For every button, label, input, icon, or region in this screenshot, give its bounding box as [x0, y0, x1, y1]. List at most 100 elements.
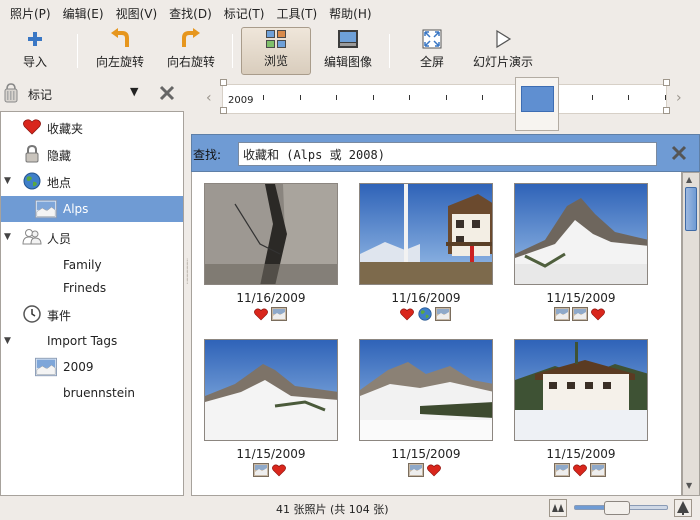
tree-item-label: Alps: [63, 202, 89, 216]
tree-item[interactable]: Alps: [1, 196, 183, 222]
tree-item[interactable]: 事件: [1, 301, 183, 327]
tree-item[interactable]: 收藏夹: [1, 114, 183, 140]
menu-view[interactable]: 视图(V): [110, 5, 164, 22]
grid-scrollbar[interactable]: ▲ ▼: [682, 172, 700, 496]
photo-thumbnail[interactable]: [359, 339, 493, 441]
slideshow-label: 幻灯片演示: [472, 55, 533, 69]
tree-item-label: 2009: [63, 360, 94, 374]
fullscreen-label: 全屏: [419, 55, 444, 69]
tree-item-label: 隐藏: [47, 149, 72, 163]
edit-image-icon: [337, 28, 359, 50]
menu-edit[interactable]: 编辑(E): [57, 5, 110, 22]
tag-type-selector[interactable]: 标记 ▼: [4, 82, 184, 106]
scroll-down-arrow[interactable]: ▼: [686, 481, 692, 490]
timeline-tick: [336, 95, 337, 100]
import-button[interactable]: 导入: [14, 27, 56, 75]
tree-item-label: 地点: [47, 176, 72, 190]
browse-grid-icon: [265, 28, 287, 49]
photo-date: 11/15/2009: [391, 447, 461, 461]
zoom-slider[interactable]: [574, 501, 668, 515]
photo-thumbnail[interactable]: [359, 183, 493, 285]
menu-photo[interactable]: 照片(P): [4, 5, 57, 22]
pane-splitter[interactable]: ⁞ ⁞ ⁞ ⁞ ⁞ ⁞: [186, 258, 189, 286]
timeline-selection[interactable]: [515, 77, 559, 131]
import-label: 导入: [22, 55, 47, 69]
tag-header-label: 标记: [28, 87, 53, 102]
heart-icon: [426, 463, 442, 477]
close-icon[interactable]: [670, 144, 688, 165]
timeline-tick: [445, 95, 447, 100]
photo-tag-icons: [399, 307, 451, 323]
timeline-left-arrow[interactable]: ‹: [206, 90, 212, 106]
photo-thumb-icon: [253, 463, 269, 477]
browse-button[interactable]: 浏览: [241, 27, 311, 75]
photo-thumb-icon: [408, 463, 424, 477]
tree-item-label: 事件: [47, 309, 72, 323]
rotate-left-button[interactable]: 向左旋转: [90, 27, 150, 75]
zoom-in-button[interactable]: [674, 499, 692, 517]
photo-thumbnail[interactable]: [204, 339, 338, 441]
heart-icon: [399, 307, 415, 321]
photo-date: 11/15/2009: [546, 447, 616, 461]
rotate-left-icon: [109, 28, 131, 50]
tag-header-icon: [4, 82, 18, 106]
lock-icon: [21, 143, 43, 165]
expander-arrow-icon[interactable]: ▼: [4, 336, 11, 346]
large-tree-icon: [677, 501, 689, 515]
menu-find[interactable]: 查找(D): [163, 5, 218, 22]
timeline-right-arrow[interactable]: ›: [676, 90, 682, 106]
tree-item[interactable]: 2009: [1, 354, 183, 380]
photo-thumb-icon: [554, 463, 570, 477]
globe-icon: [417, 307, 433, 321]
photo-thumb-icon: [572, 307, 588, 321]
tree-item[interactable]: 隐藏: [1, 141, 183, 167]
clock-icon: [21, 303, 43, 325]
menu-help[interactable]: 帮助(H): [323, 5, 377, 22]
heart-icon: [21, 116, 43, 138]
toolbar-separator: [77, 34, 78, 68]
slideshow-button[interactable]: 幻灯片演示: [470, 27, 536, 75]
timeline-handle[interactable]: [663, 79, 670, 86]
toolbar-separator: [232, 34, 233, 68]
photo-date: 11/15/2009: [546, 291, 616, 305]
search-input[interactable]: 收藏和 (Alps 或 2008): [238, 142, 657, 166]
expander-arrow-icon[interactable]: ▼: [4, 176, 11, 186]
expander-arrow-icon[interactable]: ▼: [4, 232, 11, 242]
tree-item-label: 收藏夹: [47, 122, 84, 136]
scroll-up-arrow[interactable]: ▲: [686, 175, 692, 184]
rotate-right-button[interactable]: 向右旋转: [161, 27, 221, 75]
close-icon[interactable]: [158, 84, 176, 105]
menu-tags[interactable]: 标记(T): [218, 5, 271, 22]
fullscreen-button[interactable]: 全屏: [416, 27, 448, 75]
photo-thumbnail[interactable]: [514, 339, 648, 441]
tree-item[interactable]: Frineds: [1, 275, 183, 301]
find-bar: 查找: 收藏和 (Alps 或 2008): [191, 134, 700, 172]
timeline-handle[interactable]: [220, 79, 227, 86]
timeline-handle[interactable]: [220, 107, 227, 114]
browse-label: 浏览: [263, 54, 288, 68]
timeline-tick: [299, 95, 301, 100]
tree-item[interactable]: ▼ 人员: [1, 224, 183, 250]
zoom-out-button[interactable]: [549, 499, 567, 517]
play-icon: [492, 28, 514, 50]
tree-item[interactable]: ▼ 地点: [1, 168, 183, 194]
timeline-tick: [628, 95, 629, 100]
photo-thumb-icon: [590, 463, 606, 477]
tree-item[interactable]: bruennstein: [1, 380, 183, 406]
timeline[interactable]: 2009: [222, 84, 667, 114]
chevron-down-icon[interactable]: ▼: [130, 85, 138, 98]
photo-thumb-icon: [35, 356, 57, 378]
photo-thumbnail[interactable]: [204, 183, 338, 285]
zoom-slider-knob[interactable]: [604, 501, 630, 515]
photo-tag-icons: [554, 463, 606, 479]
photo-tag-icons: [554, 307, 606, 323]
menu-tools[interactable]: 工具(T): [270, 5, 323, 22]
find-label: 查找:: [193, 148, 222, 162]
timeline-handle[interactable]: [663, 107, 670, 114]
timeline-tick: [263, 95, 264, 100]
tree-item[interactable]: ▼ Import Tags: [1, 328, 183, 354]
small-trees-icon: [552, 504, 564, 512]
photo-thumbnail[interactable]: [514, 183, 648, 285]
edit-image-button[interactable]: 编辑图像: [320, 27, 376, 75]
scrollbar-thumb[interactable]: [685, 187, 697, 231]
